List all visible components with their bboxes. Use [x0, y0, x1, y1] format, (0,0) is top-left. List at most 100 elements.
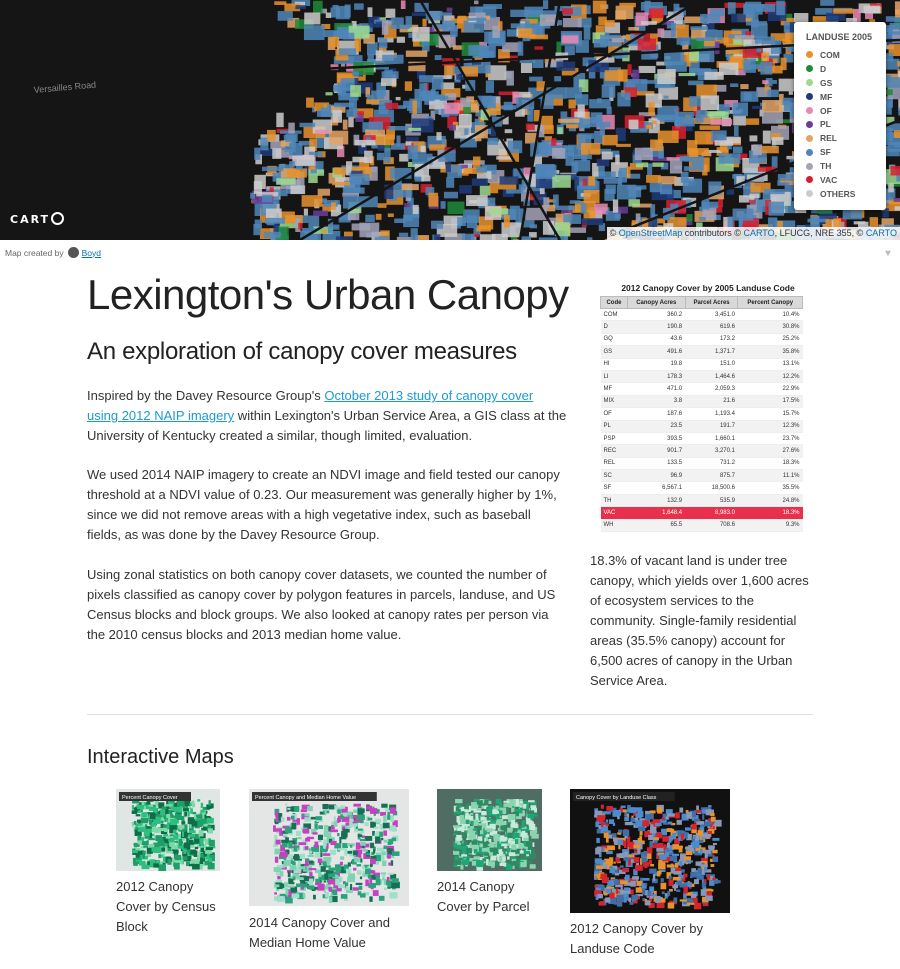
- parcel[interactable]: [377, 203, 387, 208]
- parcel[interactable]: [446, 177, 455, 188]
- parcel[interactable]: [690, 26, 708, 30]
- parcel[interactable]: [833, 8, 854, 14]
- parcel[interactable]: [434, 55, 442, 61]
- thumb-census-block[interactable]: Percent Canopy Cover: [116, 789, 220, 871]
- parcel[interactable]: [479, 234, 496, 240]
- parcel[interactable]: [752, 105, 763, 109]
- parcel[interactable]: [381, 20, 389, 35]
- parcel[interactable]: [688, 80, 704, 86]
- parcel[interactable]: [688, 149, 699, 157]
- parcel[interactable]: [510, 23, 532, 29]
- parcel[interactable]: [674, 111, 694, 123]
- parcel[interactable]: [262, 194, 273, 203]
- parcel[interactable]: [504, 129, 513, 134]
- parcel[interactable]: [749, 193, 760, 199]
- parcel[interactable]: [292, 154, 315, 166]
- parcel[interactable]: [731, 13, 746, 23]
- parcel[interactable]: [332, 110, 342, 123]
- parcel[interactable]: [710, 119, 733, 125]
- parcel[interactable]: [458, 114, 472, 128]
- parcel[interactable]: [571, 161, 579, 173]
- parcel[interactable]: [709, 111, 729, 119]
- parcel[interactable]: [365, 129, 386, 137]
- parcel[interactable]: [525, 123, 535, 131]
- parcel[interactable]: [565, 87, 582, 99]
- parcel[interactable]: [651, 120, 657, 125]
- parcel[interactable]: [276, 112, 284, 128]
- parcel[interactable]: [356, 196, 378, 208]
- parcel[interactable]: [628, 119, 639, 130]
- parcel[interactable]: [556, 61, 576, 71]
- parcel[interactable]: [431, 220, 444, 229]
- parcel[interactable]: [604, 188, 615, 201]
- parcel[interactable]: [398, 232, 409, 237]
- parcel[interactable]: [289, 142, 303, 156]
- parcel[interactable]: [551, 138, 557, 146]
- parcel[interactable]: [405, 141, 412, 146]
- parcel[interactable]: [788, 91, 794, 95]
- parcel[interactable]: [405, 50, 428, 57]
- parcel[interactable]: [342, 119, 348, 130]
- parcel[interactable]: [263, 231, 281, 238]
- parcel[interactable]: [596, 158, 610, 167]
- parcel[interactable]: [506, 189, 524, 194]
- parcel[interactable]: [303, 25, 325, 41]
- parcel[interactable]: [699, 125, 720, 130]
- parcel[interactable]: [434, 234, 441, 240]
- parcel[interactable]: [628, 199, 640, 207]
- thumb-home-value[interactable]: Percent Canopy and Median Home Value: [249, 789, 409, 906]
- carto-link[interactable]: CARTO: [743, 228, 774, 238]
- parcel[interactable]: [601, 151, 613, 160]
- parcel[interactable]: [763, 189, 785, 195]
- parcel[interactable]: [743, 92, 752, 101]
- parcel[interactable]: [543, 197, 550, 208]
- parcel[interactable]: [825, 12, 846, 22]
- parcel[interactable]: [444, 65, 456, 76]
- parcel[interactable]: [893, 130, 900, 139]
- parcel[interactable]: [346, 109, 359, 118]
- map-title-landuse-code[interactable]: 2012 Canopy Cover by Landuse Code: [570, 919, 730, 959]
- parcel[interactable]: [388, 126, 411, 131]
- parcel[interactable]: [674, 121, 681, 126]
- parcel[interactable]: [664, 51, 685, 66]
- parcel[interactable]: [772, 80, 777, 84]
- parcel[interactable]: [582, 178, 588, 187]
- parcel[interactable]: [568, 99, 576, 109]
- parcel[interactable]: [552, 147, 566, 159]
- parcel[interactable]: [412, 204, 419, 215]
- parcel[interactable]: [412, 26, 430, 42]
- parcel[interactable]: [407, 145, 418, 160]
- parcel[interactable]: [342, 32, 355, 40]
- parcel[interactable]: [762, 130, 771, 144]
- parcel[interactable]: [476, 225, 491, 232]
- parcel[interactable]: [777, 174, 794, 181]
- parcel[interactable]: [816, 210, 833, 214]
- parcel[interactable]: [330, 7, 340, 18]
- parcel[interactable]: [321, 229, 327, 233]
- parcel[interactable]: [748, 199, 756, 204]
- parcel[interactable]: [538, 237, 558, 240]
- parcel[interactable]: [674, 24, 689, 39]
- parcel[interactable]: [730, 83, 739, 88]
- parcel[interactable]: [637, 38, 657, 51]
- parcel[interactable]: [474, 0, 479, 5]
- parcel[interactable]: [253, 181, 263, 194]
- parcel[interactable]: [601, 84, 616, 98]
- parcel[interactable]: [598, 165, 605, 177]
- parcel[interactable]: [587, 237, 593, 240]
- parcel[interactable]: [447, 201, 465, 215]
- parcel[interactable]: [686, 214, 693, 222]
- parcel[interactable]: [411, 12, 429, 17]
- parcel[interactable]: [405, 16, 412, 28]
- parcel[interactable]: [577, 133, 594, 139]
- parcel[interactable]: [562, 18, 582, 28]
- parcel[interactable]: [734, 35, 755, 40]
- map-title-census-block[interactable]: 2012 Canopy Cover by Census Block: [116, 877, 226, 937]
- parcel[interactable]: [529, 224, 538, 229]
- parcel[interactable]: [359, 222, 380, 238]
- parcel[interactable]: [577, 104, 585, 118]
- parcel[interactable]: [466, 215, 478, 229]
- parcel[interactable]: [334, 102, 355, 108]
- parcel[interactable]: [646, 174, 661, 183]
- parcel[interactable]: [648, 8, 664, 19]
